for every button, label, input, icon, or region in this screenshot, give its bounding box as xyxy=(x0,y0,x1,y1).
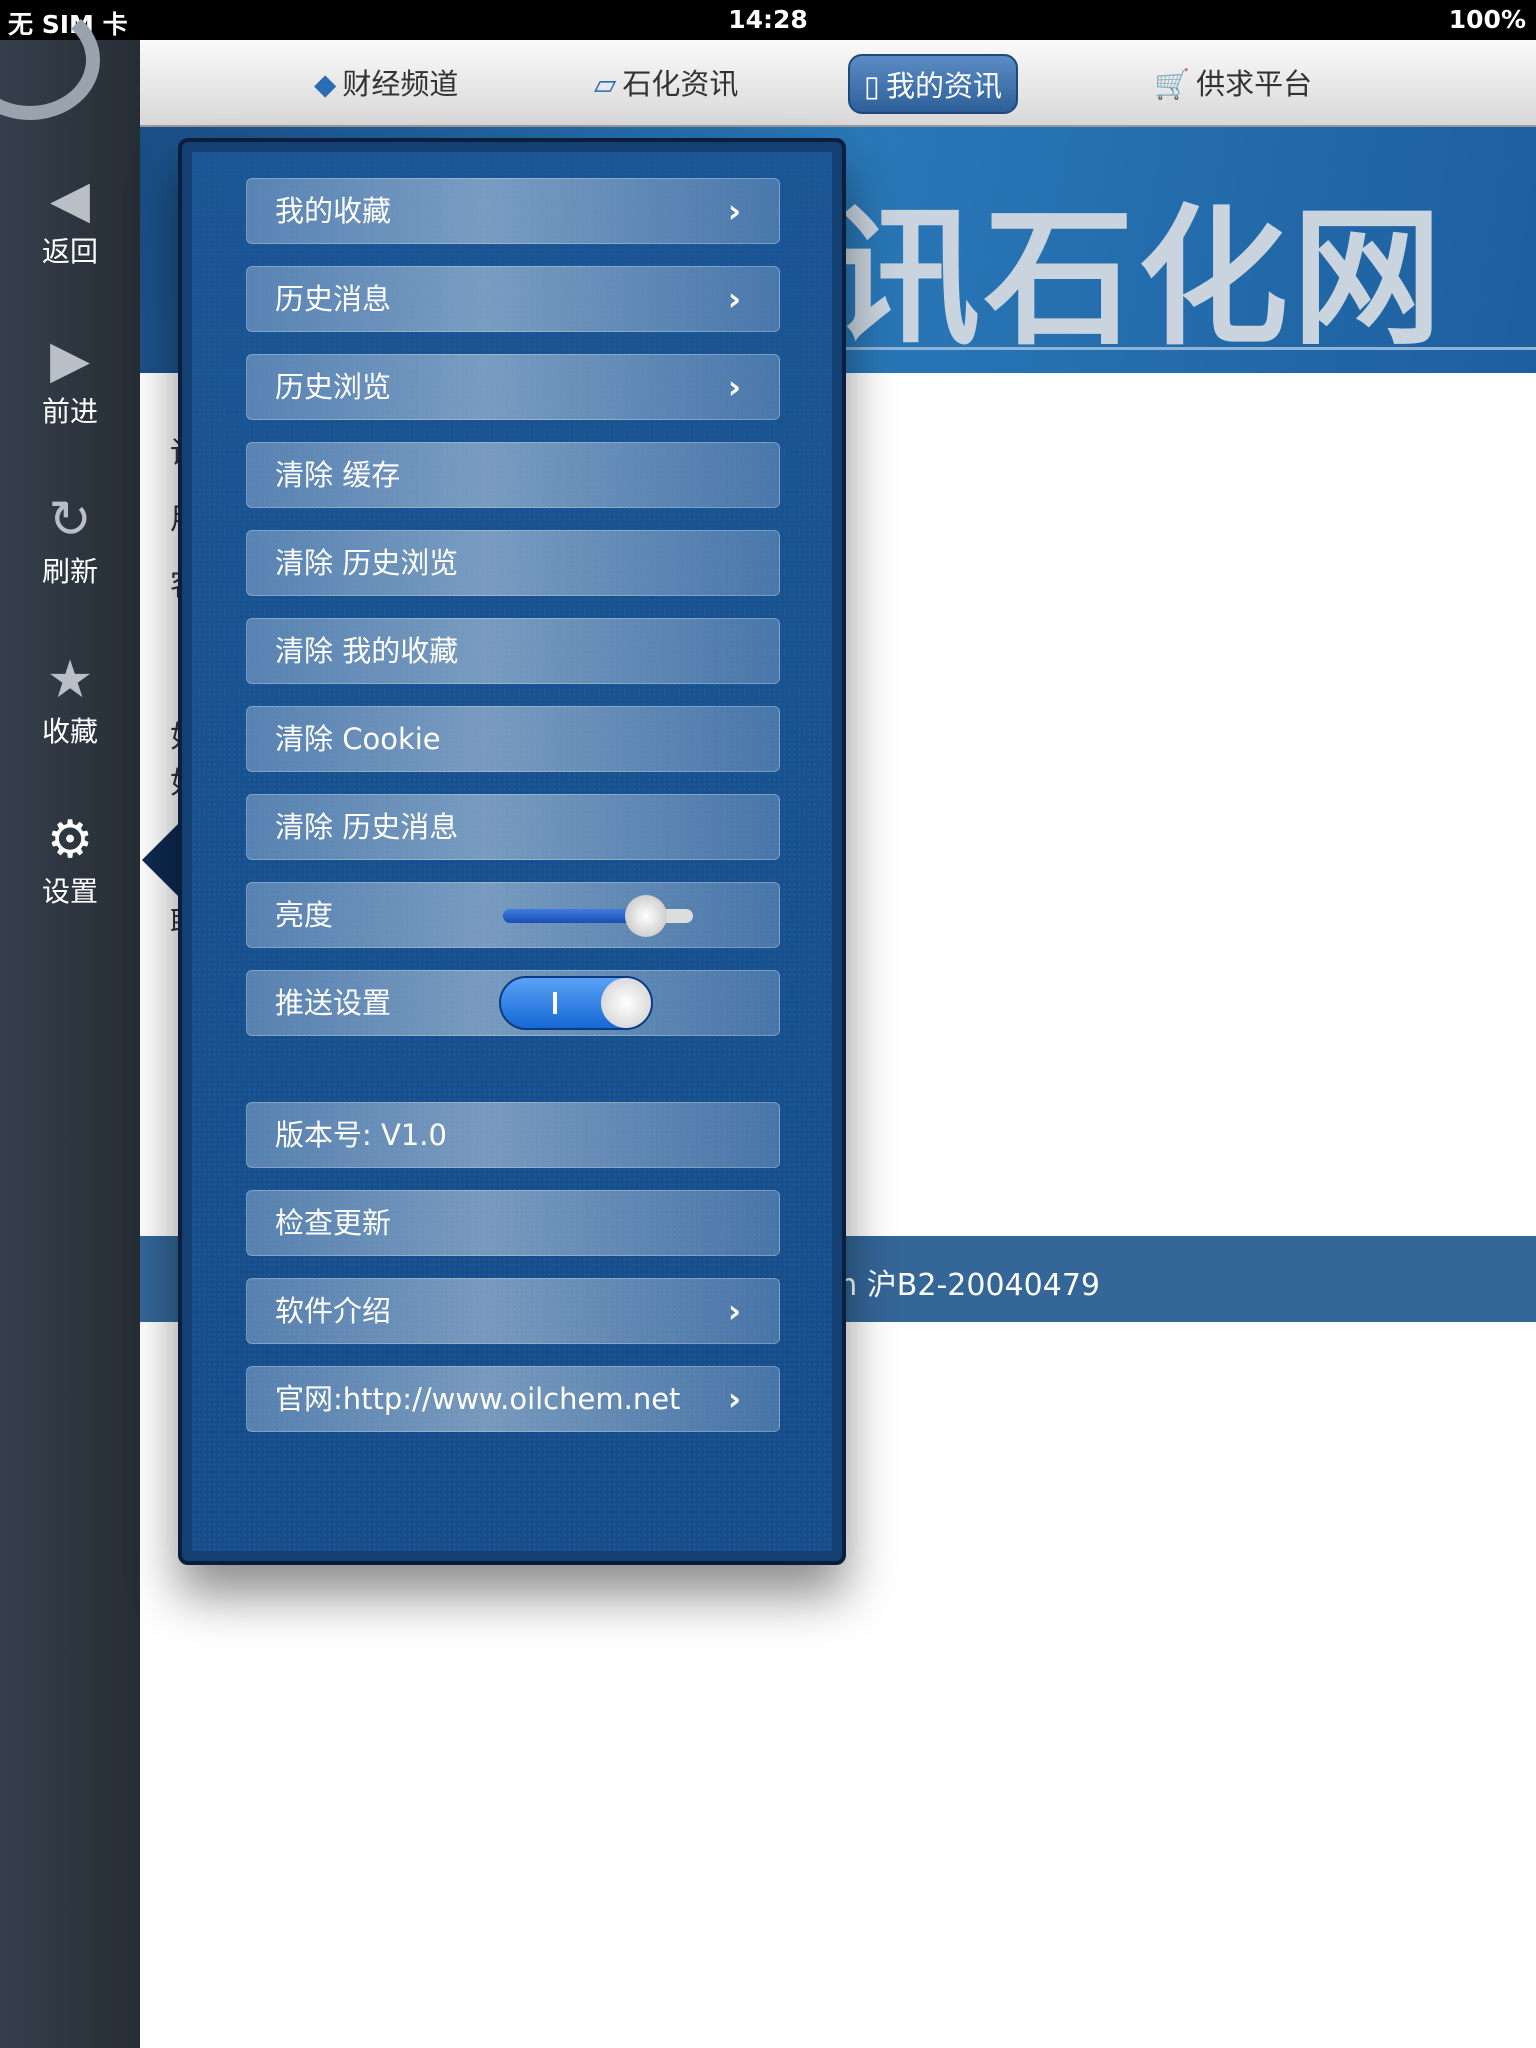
tab-label: 我的资讯 xyxy=(885,69,1002,103)
settings-button[interactable]: ⚙ 设置 xyxy=(0,810,140,910)
settings-label: 设置 xyxy=(41,875,98,908)
item-label: 检查更新 xyxy=(275,1206,392,1240)
sidebar: ◀ 返回 ▶ 前进 ↻ 刷新 ★ 收藏 ⚙ 设置 xyxy=(0,0,140,2048)
popover-arrow xyxy=(142,820,182,900)
clear-cookie-button[interactable]: 清除 Cookie xyxy=(246,706,780,772)
push-toggle[interactable] xyxy=(499,976,653,1030)
settings-popover: 我的收藏 › 历史消息 › 历史浏览 › 清除 缓存 清除 历史浏览 清除 我的收藏 … xyxy=(178,138,846,1565)
battery: 100% xyxy=(1448,5,1526,34)
item-label: 清除 我的收藏 xyxy=(275,634,459,668)
status-bar: 无 SIM 卡 14:28 100% xyxy=(0,0,1536,40)
push-label: 推送设置 xyxy=(275,986,392,1020)
chevron-right-icon: › xyxy=(727,280,741,318)
my-favorites-item[interactable]: 我的收藏 › xyxy=(246,178,780,244)
clear-cache-button[interactable]: 清除 缓存 xyxy=(246,442,780,508)
tab-bar: ◆ 财经频道 ▱ 石化资讯 ▯ 我的资讯 🛒 供求平台 xyxy=(140,40,1536,127)
notepad-icon: ▯ xyxy=(864,69,880,103)
item-label: 软件介绍 xyxy=(275,1294,392,1328)
software-intro-item[interactable]: 软件介绍 › xyxy=(246,1278,780,1344)
clear-history-browse-button[interactable]: 清除 历史浏览 xyxy=(246,530,780,596)
website-link[interactable]: 官网:http://www.oilchem.net › xyxy=(246,1366,780,1432)
brightness-label: 亮度 xyxy=(275,898,334,932)
chevron-right-icon: › xyxy=(727,1380,741,1418)
clock: 14:28 xyxy=(728,5,808,34)
toggle-knob xyxy=(601,978,651,1028)
item-label: 历史浏览 xyxy=(275,370,392,404)
chevron-right-icon: › xyxy=(727,1292,741,1330)
forward-triangle-icon: ▶ xyxy=(50,330,90,390)
refresh-icon: ↻ xyxy=(48,490,92,550)
history-browse-item[interactable]: 历史浏览 › xyxy=(246,354,780,420)
item-label: 清除 历史浏览 xyxy=(275,546,459,580)
forward-button[interactable]: ▶ 前进 xyxy=(0,330,140,430)
tab-supply-demand[interactable]: 🛒 供求平台 xyxy=(1140,54,1326,114)
item-label: 我的收藏 xyxy=(275,194,392,228)
chevron-right-icon: › xyxy=(727,368,741,406)
tab-label: 石化资讯 xyxy=(622,67,739,101)
clear-favorites-button[interactable]: 清除 我的收藏 xyxy=(246,618,780,684)
history-messages-item[interactable]: 历史消息 › xyxy=(246,266,780,332)
cube-icon: ◆ xyxy=(314,67,337,101)
item-label: 版本号: V1.0 xyxy=(275,1118,447,1152)
push-settings-row: 推送设置 xyxy=(246,970,780,1036)
check-update-button[interactable]: 检查更新 xyxy=(246,1190,780,1256)
banner-divider xyxy=(840,347,1536,350)
refresh-button[interactable]: ↻ 刷新 xyxy=(0,490,140,590)
back-button[interactable]: ◀ 返回 xyxy=(0,170,140,270)
item-label: 清除 Cookie xyxy=(275,722,441,756)
card-icon: ▱ xyxy=(594,67,617,101)
tab-label: 财经频道 xyxy=(342,67,459,101)
clear-history-messages-button[interactable]: 清除 历史消息 xyxy=(246,794,780,860)
cart-icon: 🛒 xyxy=(1154,67,1191,101)
tab-finance[interactable]: ◆ 财经频道 xyxy=(300,54,472,114)
brightness-slider[interactable] xyxy=(503,895,693,937)
version-item: 版本号: V1.0 xyxy=(246,1102,780,1168)
forward-label: 前进 xyxy=(41,395,98,428)
refresh-label: 刷新 xyxy=(41,555,98,588)
item-label: 历史消息 xyxy=(275,282,392,316)
favorite-button[interactable]: ★ 收藏 xyxy=(0,650,140,750)
chevron-right-icon: › xyxy=(727,192,741,230)
item-label: 清除 历史消息 xyxy=(275,810,459,844)
tab-label: 供求平台 xyxy=(1196,67,1313,101)
brightness-row: 亮度 xyxy=(246,882,780,948)
item-label: 官网:http://www.oilchem.net xyxy=(275,1382,681,1416)
back-triangle-icon: ◀ xyxy=(50,170,90,230)
banner-title: 讯石化网 xyxy=(830,192,1447,366)
favorite-label: 收藏 xyxy=(41,715,98,748)
toggle-on-mark xyxy=(553,992,557,1014)
slider-thumb[interactable] xyxy=(624,895,667,937)
back-label: 返回 xyxy=(41,235,98,268)
tab-my-news[interactable]: ▯ 我的资讯 xyxy=(848,54,1018,114)
star-icon: ★ xyxy=(46,650,94,710)
item-label: 清除 缓存 xyxy=(275,458,401,492)
gear-icon: ⚙ xyxy=(46,810,94,870)
tab-petrochem-news[interactable]: ▱ 石化资讯 xyxy=(580,54,752,114)
